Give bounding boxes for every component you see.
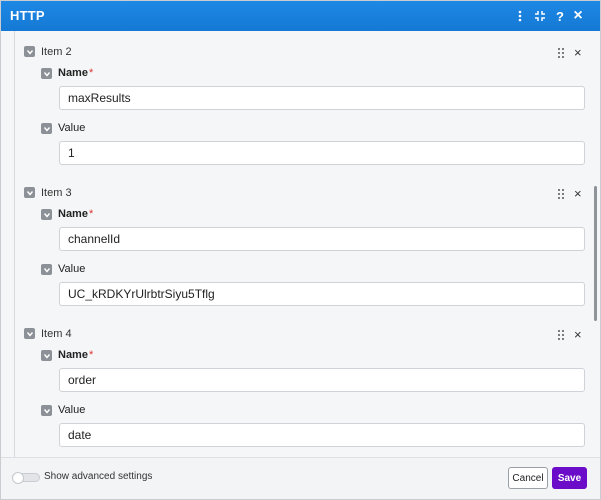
save-button[interactable]: Save — [552, 467, 587, 489]
remove-item-icon[interactable]: × — [574, 46, 582, 59]
cancel-button[interactable]: Cancel — [508, 467, 548, 489]
field-collapse-checkbox[interactable] — [41, 209, 52, 220]
item-title: Item 4 — [41, 328, 72, 340]
dialog-title: HTTP — [10, 8, 45, 23]
item-title: Item 3 — [41, 187, 72, 199]
drag-handle-icon[interactable] — [558, 48, 566, 58]
name-label-text: Name — [58, 67, 88, 79]
name-field-label: Name* — [58, 349, 93, 361]
http-module-dialog: HTTP ? × Item 2 × Name* maxResults Value… — [0, 0, 601, 500]
help-icon[interactable]: ? — [552, 7, 568, 25]
name-field-label: Name* — [58, 67, 93, 79]
value-input[interactable]: UC_kRDKYrUlrbtrSiyu5Tflg — [59, 282, 585, 306]
name-input[interactable]: channelId — [59, 227, 585, 251]
value-field-label: Value — [58, 263, 86, 275]
required-asterisk: * — [88, 208, 94, 220]
name-input[interactable]: order — [59, 368, 585, 392]
item-title: Item 2 — [41, 46, 72, 58]
more-vertical-icon[interactable] — [512, 7, 528, 25]
required-asterisk: * — [88, 349, 94, 361]
dialog-footer: Show advanced settings Cancel Save — [1, 457, 600, 499]
remove-item-icon[interactable]: × — [574, 328, 582, 341]
toggle-knob — [12, 472, 24, 484]
drag-handle-icon[interactable] — [558, 189, 566, 199]
drag-handle-icon[interactable] — [558, 330, 566, 340]
value-input[interactable]: 1 — [59, 141, 585, 165]
name-label-text: Name — [58, 349, 88, 361]
item-collapse-checkbox[interactable] — [24, 46, 35, 57]
advanced-settings-label: Show advanced settings — [44, 471, 153, 482]
name-input[interactable]: maxResults — [59, 86, 585, 110]
remove-item-icon[interactable]: × — [574, 187, 582, 200]
item-collapse-checkbox[interactable] — [24, 328, 35, 339]
collapse-icon[interactable] — [532, 7, 548, 25]
value-field-label: Value — [58, 404, 86, 416]
field-collapse-checkbox[interactable] — [41, 68, 52, 79]
field-collapse-checkbox[interactable] — [41, 405, 52, 416]
field-collapse-checkbox[interactable] — [41, 123, 52, 134]
advanced-settings-toggle[interactable] — [12, 472, 40, 484]
name-label-text: Name — [58, 208, 88, 220]
tree-guide-line — [14, 31, 15, 457]
dialog-header: HTTP ? × — [1, 1, 600, 31]
item-collapse-checkbox[interactable] — [24, 187, 35, 198]
field-collapse-checkbox[interactable] — [41, 264, 52, 275]
vertical-scrollbar[interactable] — [594, 186, 597, 321]
name-field-label: Name* — [58, 208, 93, 220]
field-collapse-checkbox[interactable] — [41, 350, 52, 361]
items-panel[interactable]: Item 2 × Name* maxResults Value 1 Item 3… — [2, 31, 600, 457]
required-asterisk: * — [88, 67, 94, 79]
value-field-label: Value — [58, 122, 86, 134]
value-input[interactable]: date — [59, 423, 585, 447]
close-icon[interactable]: × — [570, 7, 586, 25]
